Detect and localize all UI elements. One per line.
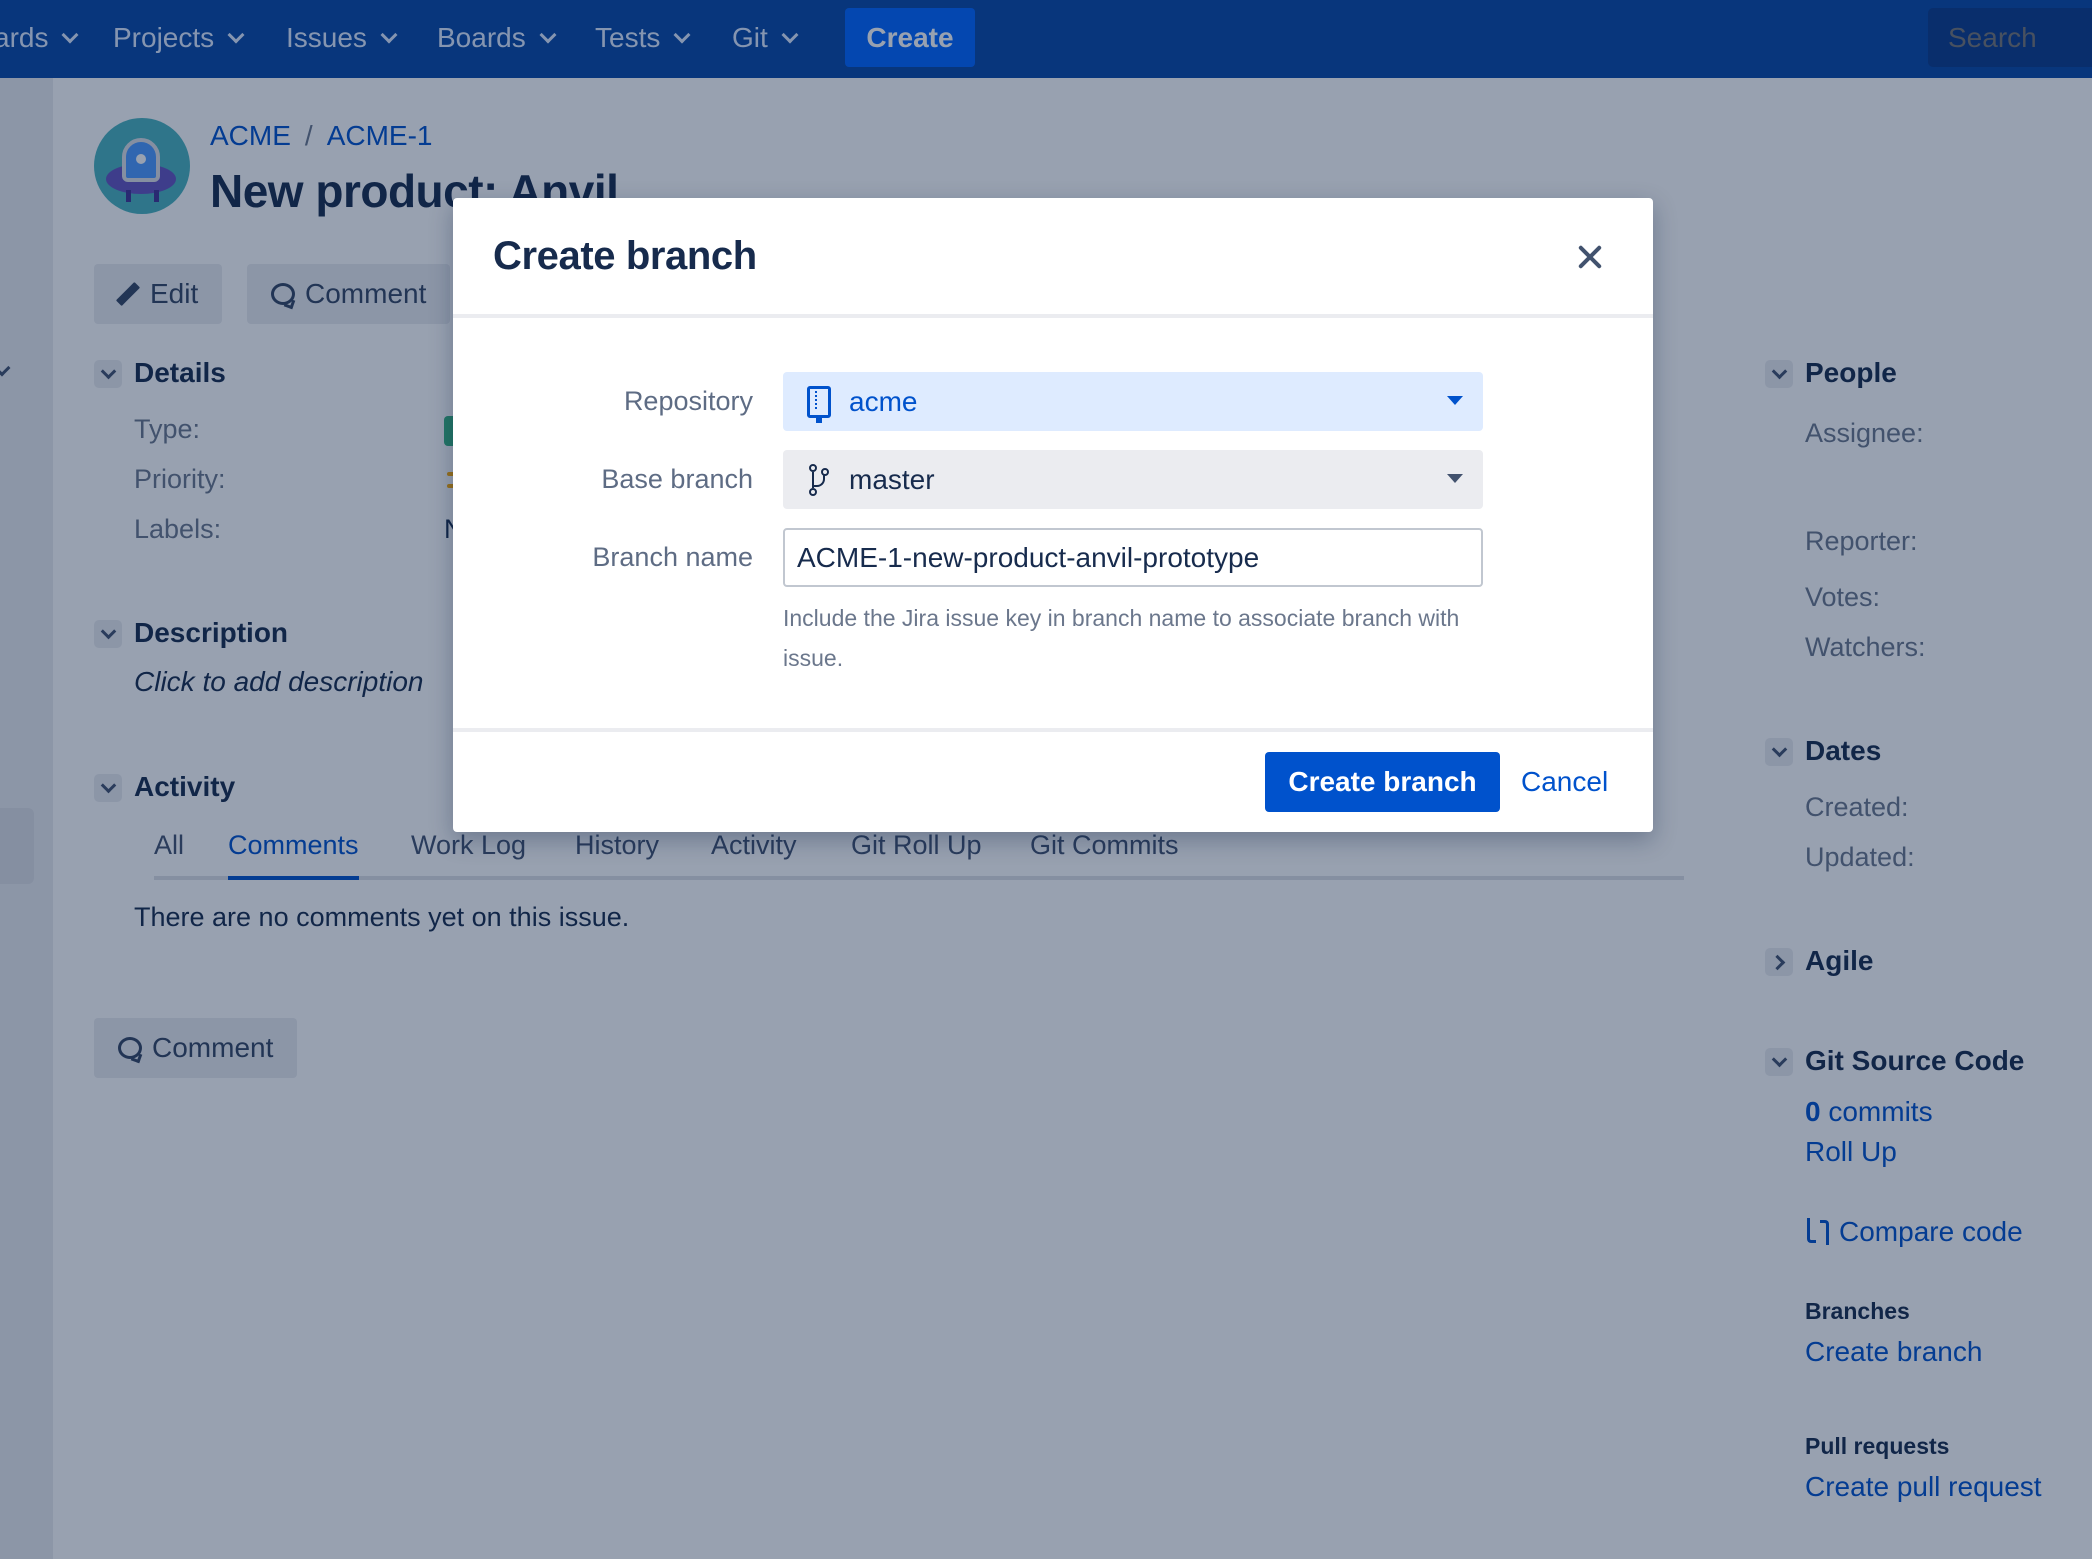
base-branch-value: master — [849, 463, 935, 495]
base-branch-label: Base branch — [601, 464, 753, 494]
create-branch-submit-button[interactable]: Create branch — [1265, 752, 1500, 812]
repository-select[interactable]: acme — [783, 372, 1483, 431]
caret-down-icon — [1447, 396, 1463, 405]
branch-name-label: Branch name — [592, 542, 753, 572]
dialog-footer: Create branch Cancel — [453, 728, 1653, 832]
dialog-header: Create branch — [453, 198, 1653, 318]
dialog-title: Create branch — [493, 234, 757, 278]
branch-name-input[interactable] — [783, 528, 1483, 587]
cancel-button[interactable]: Cancel — [1521, 752, 1608, 812]
close-icon[interactable] — [1573, 240, 1607, 274]
base-branch-select[interactable]: master — [783, 450, 1483, 509]
git-branch-icon — [807, 463, 831, 496]
create-branch-dialog: Create branch Repository acme Base branc… — [453, 198, 1653, 832]
caret-down-icon — [1447, 474, 1463, 483]
repository-value: acme — [849, 385, 918, 417]
repository-book-icon — [807, 385, 831, 423]
branch-name-help-text: Include the Jira issue key in branch nam… — [783, 605, 1460, 671]
repository-label: Repository — [623, 386, 753, 416]
